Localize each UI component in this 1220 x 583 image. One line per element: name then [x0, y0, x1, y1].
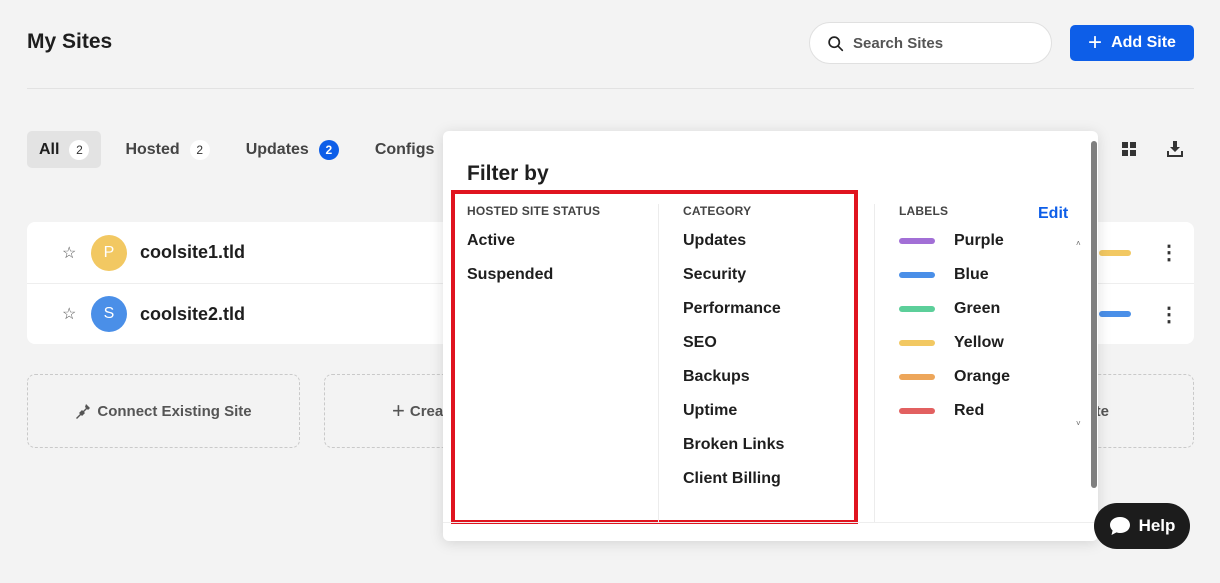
add-site-button[interactable]: + Add Site [1070, 25, 1194, 61]
panel-scrollbar[interactable] [1091, 141, 1097, 488]
plug-icon [76, 404, 91, 419]
label-name: Yellow [954, 334, 1004, 351]
filter-tabs: All 2 Hosted 2 Updates 2 Configs [27, 131, 458, 168]
download-icon[interactable] [1166, 140, 1184, 158]
label-option-blue[interactable]: Blue [899, 258, 1010, 292]
more-options-icon[interactable]: ⋮ [1159, 302, 1179, 327]
label-option-green[interactable]: Green [899, 292, 1010, 326]
tab-label: Configs [374, 140, 435, 158]
filter-option-uptime[interactable]: Uptime [683, 394, 784, 428]
scroll-up-icon[interactable]: ˄ [1076, 239, 1081, 248]
connect-label: Connect Existing Site [97, 402, 252, 420]
filter-option-seo[interactable]: SEO [683, 326, 784, 360]
category-heading: CATEGORY [683, 204, 752, 218]
avatar: P [91, 234, 127, 271]
tab-label: All [39, 140, 60, 158]
filter-option-active[interactable]: Active [467, 224, 600, 258]
chat-bubble-icon [1109, 517, 1130, 535]
filter-option-performance[interactable]: Performance [683, 292, 784, 326]
label-swatch [899, 374, 935, 380]
filter-title: Filter by [467, 162, 549, 185]
label-swatch [899, 340, 935, 346]
page-title: My Sites [27, 30, 113, 53]
avatar: S [91, 296, 127, 332]
label-name: Green [954, 300, 1001, 317]
site-name[interactable]: coolsite1.tld [140, 242, 245, 263]
tab-label: Updates [245, 140, 309, 158]
label-swatch [899, 272, 935, 278]
filter-option-broken-links[interactable]: Broken Links [683, 428, 784, 462]
label-swatch [899, 408, 935, 414]
site-label-bar [1099, 311, 1131, 317]
scroll-down-icon[interactable]: ˅ [1076, 419, 1081, 428]
edit-labels-link[interactable]: Edit [1038, 205, 1068, 223]
label-name: Red [954, 402, 985, 419]
filter-option-client-billing[interactable]: Client Billing [683, 462, 784, 496]
filter-panel: Filter by HOSTED SITE STATUS Active Susp… [443, 131, 1098, 541]
connect-existing-site-button[interactable]: Connect Existing Site [27, 374, 300, 448]
plus-icon: + [1088, 29, 1103, 56]
column-divider [874, 204, 875, 522]
tab-all[interactable]: All 2 [27, 131, 102, 168]
help-label: Help [1138, 516, 1176, 535]
status-heading: HOSTED SITE STATUS [467, 204, 601, 218]
add-site-label: Add Site [1111, 34, 1176, 51]
label-name: Orange [954, 368, 1011, 385]
tab-hosted[interactable]: Hosted 2 [113, 131, 221, 168]
tab-count: 2 [189, 139, 210, 160]
tab-label: Hosted [125, 140, 180, 158]
label-option-yellow[interactable]: Yellow [899, 326, 1010, 360]
labels-column: LABELS Purple Blue Green Yellow Orange R… [899, 204, 1010, 428]
filter-option-updates[interactable]: Updates [683, 224, 784, 258]
panel-divider [443, 522, 1098, 523]
label-swatch [899, 306, 935, 312]
tab-configs[interactable]: Configs [363, 131, 447, 168]
create-label: Crea [409, 402, 444, 420]
filter-option-security[interactable]: Security [683, 258, 784, 292]
label-name: Blue [954, 266, 989, 283]
status-column: HOSTED SITE STATUS Active Suspended [467, 204, 600, 292]
site-label-bar [1099, 249, 1131, 256]
tab-count: 2 [69, 139, 90, 160]
star-icon[interactable]: ☆ [62, 304, 76, 324]
label-swatch [899, 238, 935, 244]
search-icon [828, 35, 844, 51]
category-column: CATEGORY Updates Security Performance SE… [683, 204, 784, 496]
label-option-red[interactable]: Red [899, 394, 1010, 428]
tab-updates[interactable]: Updates 2 [234, 131, 351, 168]
star-icon[interactable]: ☆ [62, 243, 76, 263]
site-name[interactable]: coolsite2.tld [140, 304, 245, 325]
filter-option-backups[interactable]: Backups [683, 360, 784, 394]
label-option-purple[interactable]: Purple [899, 224, 1010, 258]
plus-icon: + [392, 398, 405, 423]
label-option-orange[interactable]: Orange [899, 360, 1010, 394]
more-options-icon[interactable]: ⋮ [1159, 240, 1179, 265]
help-button[interactable]: Help [1094, 503, 1190, 549]
tab-count: 2 [318, 139, 339, 160]
grid-view-icon[interactable] [1120, 140, 1138, 158]
label-name: Purple [954, 232, 1004, 249]
filter-option-suspended[interactable]: Suspended [467, 258, 600, 292]
header-divider [27, 88, 1194, 89]
search-input[interactable] [853, 34, 1043, 52]
labels-heading: LABELS [899, 204, 949, 218]
column-divider [658, 204, 659, 522]
search-box[interactable] [809, 22, 1052, 64]
